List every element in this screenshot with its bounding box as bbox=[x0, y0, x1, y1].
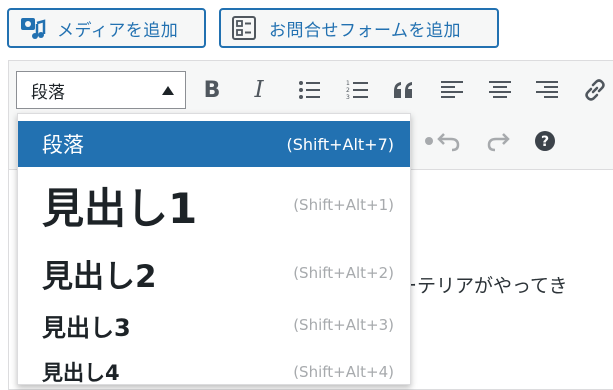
redo-button[interactable] bbox=[481, 124, 515, 158]
format-dropdown-menu: 段落 (Shift+Alt+7) 見出し1 (Shift+Alt+1) 見出し2… bbox=[17, 113, 411, 385]
numbered-list-button[interactable]: 1 2 3 bbox=[340, 73, 374, 107]
help-icon: ? bbox=[535, 131, 555, 151]
align-right-button[interactable] bbox=[530, 73, 564, 107]
numbered-list-icon: 1 2 3 bbox=[346, 80, 368, 101]
bold-icon: B bbox=[203, 77, 221, 103]
undo-icon bbox=[437, 133, 460, 152]
bulleted-list-button[interactable] bbox=[292, 73, 326, 107]
format-option-heading-2[interactable]: 見出し2 (Shift+Alt+2) bbox=[18, 244, 410, 302]
option-shortcut: (Shift+Alt+1) bbox=[293, 196, 394, 214]
italic-icon: I bbox=[254, 77, 264, 103]
option-label: 見出し3 bbox=[42, 313, 131, 342]
format-option-heading-3[interactable]: 見出し3 (Shift+Alt+3) bbox=[18, 302, 410, 348]
bold-button[interactable]: B bbox=[195, 73, 229, 107]
svg-text:2: 2 bbox=[346, 87, 350, 94]
caret-up-icon bbox=[162, 86, 174, 95]
format-option-paragraph[interactable]: 段落 (Shift+Alt+7) bbox=[18, 121, 410, 167]
svg-text:3: 3 bbox=[346, 94, 350, 101]
italic-button[interactable]: I bbox=[242, 73, 276, 107]
option-shortcut: (Shift+Alt+3) bbox=[293, 316, 394, 334]
format-option-heading-1[interactable]: 見出し1 (Shift+Alt+1) bbox=[18, 169, 410, 241]
option-label: 見出し4 bbox=[42, 361, 120, 385]
blockquote-button[interactable] bbox=[387, 73, 421, 107]
media-icon bbox=[19, 15, 49, 41]
link-button[interactable] bbox=[578, 73, 612, 107]
svg-text:1: 1 bbox=[346, 80, 350, 87]
undo-button[interactable] bbox=[432, 124, 466, 158]
help-button[interactable]: ? bbox=[528, 124, 562, 158]
format-select-value: 段落 bbox=[31, 82, 65, 103]
align-right-icon bbox=[536, 81, 558, 98]
align-center-icon bbox=[489, 81, 511, 98]
option-label: 見出し1 bbox=[42, 183, 198, 233]
blockquote-icon bbox=[394, 82, 412, 98]
option-shortcut: (Shift+Alt+7) bbox=[286, 134, 394, 154]
editor-content-text[interactable]: ーテリアがやってき bbox=[398, 271, 567, 298]
add-contact-form-button[interactable]: お問合せフォームを追加 bbox=[219, 8, 499, 48]
format-select[interactable]: 段落 bbox=[16, 71, 186, 109]
link-icon bbox=[585, 79, 605, 101]
redo-icon bbox=[487, 133, 510, 152]
align-left-icon bbox=[441, 81, 463, 98]
add-media-label: メディアを追加 bbox=[57, 20, 179, 41]
option-shortcut: (Shift+Alt+2) bbox=[293, 264, 394, 282]
align-left-button[interactable] bbox=[435, 73, 469, 107]
bulleted-list-icon bbox=[299, 81, 320, 99]
option-label: 段落 bbox=[42, 133, 84, 157]
option-shortcut: (Shift+Alt+4) bbox=[293, 363, 394, 381]
add-media-button[interactable]: メディアを追加 bbox=[7, 8, 206, 48]
option-label: 見出し2 bbox=[42, 258, 157, 295]
format-option-heading-4[interactable]: 見出し4 (Shift+Alt+4) bbox=[18, 350, 410, 385]
add-contact-form-label: お問合せフォームを追加 bbox=[269, 20, 461, 41]
align-center-button[interactable] bbox=[483, 73, 517, 107]
svg-text:?: ? bbox=[541, 134, 549, 150]
form-icon bbox=[231, 15, 261, 41]
